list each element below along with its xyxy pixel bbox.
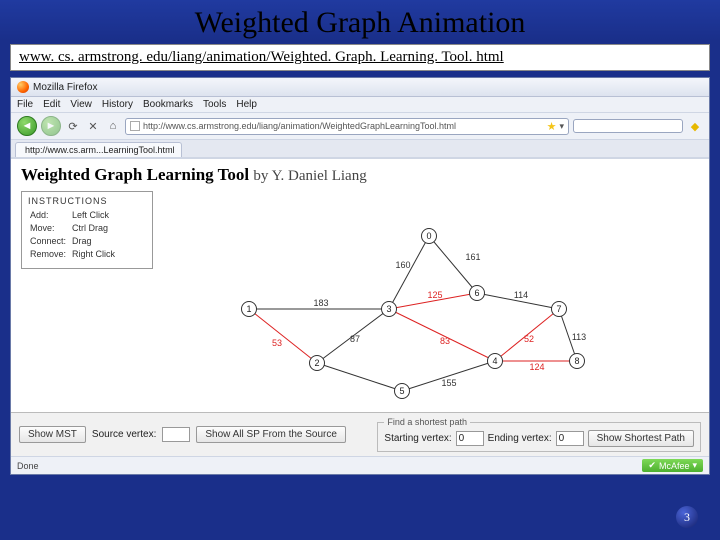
edge-weight: 125 <box>427 290 442 300</box>
edge-weight: 113 <box>572 332 586 342</box>
menu-file[interactable]: File <box>17 99 33 110</box>
instructions-table: Add:Left Click Move:Ctrl Drag Connect:Dr… <box>28 208 121 262</box>
address-text: http://www.cs.armstrong.edu/liang/animat… <box>143 121 456 131</box>
mcafee-badge[interactable]: ✔ McAfee ▾ <box>642 459 703 472</box>
table-row: Add:Left Click <box>30 210 119 221</box>
addon-icon[interactable]: ◆ <box>687 118 703 134</box>
edge-weight: 124 <box>529 362 544 372</box>
status-text: Done <box>17 461 39 471</box>
nav-toolbar: ◄ ► ⟳ ✕ ⌂ http://www.cs.armstrong.edu/li… <box>11 113 709 140</box>
graph-node[interactable]: 5 <box>394 383 410 399</box>
show-mst-button[interactable]: Show MST <box>19 426 86 443</box>
start-vertex-label: Starting vertex: <box>384 433 451 444</box>
firefox-icon <box>17 81 29 93</box>
controls-panel: Show MST Source vertex: Show All SP From… <box>11 412 709 456</box>
graph-node[interactable]: 0 <box>421 228 437 244</box>
edge-weight: 53 <box>272 338 282 348</box>
menu-tools[interactable]: Tools <box>203 99 226 110</box>
edge-weight: 160 <box>395 260 410 270</box>
back-button[interactable]: ◄ <box>17 116 37 136</box>
shortest-path-fieldset: Find a shortest path Starting vertex: 0 … <box>377 417 701 452</box>
menu-history[interactable]: History <box>102 99 133 110</box>
fieldset-legend: Find a shortest path <box>384 417 470 427</box>
address-bar[interactable]: http://www.cs.armstrong.edu/liang/animat… <box>125 118 569 135</box>
edge-weight: 114 <box>514 290 528 300</box>
edge-weight: 83 <box>440 336 450 346</box>
menu-view[interactable]: View <box>70 99 92 110</box>
graph-node[interactable]: 1 <box>241 301 257 317</box>
menu-bar: File Edit View History Bookmarks Tools H… <box>11 97 709 113</box>
graph-node[interactable]: 2 <box>309 355 325 371</box>
page-heading-title: Weighted Graph Learning Tool <box>21 165 249 184</box>
end-vertex-label: Ending vertex: <box>488 433 552 444</box>
forward-button[interactable]: ► <box>41 116 61 136</box>
stop-icon[interactable]: ✕ <box>85 118 101 134</box>
graph-node[interactable]: 3 <box>381 301 397 317</box>
slide-title: Weighted Graph Animation <box>189 6 532 40</box>
edge-weight: 161 <box>465 252 480 262</box>
status-bar: Done ✔ McAfee ▾ <box>11 456 709 474</box>
edge-weight: 52 <box>524 334 534 344</box>
home-icon[interactable]: ⌂ <box>105 118 121 134</box>
edge-weight: 87 <box>350 334 360 344</box>
search-box[interactable] <box>573 119 683 133</box>
slide-number: 3 <box>676 506 698 528</box>
page-heading-byline: by Y. Daniel Liang <box>253 168 366 184</box>
source-vertex-input[interactable] <box>162 427 190 442</box>
graph-node[interactable]: 6 <box>469 285 485 301</box>
graph-node[interactable]: 4 <box>487 353 503 369</box>
bookmark-star-icon[interactable]: ★ <box>547 120 557 133</box>
window-titlebar: Mozilla Firefox <box>11 78 709 97</box>
graph-node[interactable]: 7 <box>551 301 567 317</box>
tab-strip: http://www.cs.arm...LearningTool.html <box>11 140 709 158</box>
reload-icon[interactable]: ⟳ <box>65 118 81 134</box>
page-icon <box>130 121 140 131</box>
page-heading: Weighted Graph Learning Tool by Y. Danie… <box>11 159 709 187</box>
menu-edit[interactable]: Edit <box>43 99 60 110</box>
start-vertex-input[interactable]: 0 <box>456 431 484 446</box>
browser-tab[interactable]: http://www.cs.arm...LearningTool.html <box>15 142 182 157</box>
browser-window: Mozilla Firefox File Edit View History B… <box>10 77 710 475</box>
page-content: Weighted Graph Learning Tool by Y. Danie… <box>11 158 709 456</box>
dropdown-icon[interactable]: ▾ <box>559 121 564 132</box>
slide-url-link[interactable]: www. cs. armstrong. edu/liang/animation/… <box>10 44 710 71</box>
source-vertex-label: Source vertex: <box>92 429 156 440</box>
menu-help[interactable]: Help <box>236 99 257 110</box>
edge-weight: 155 <box>441 378 456 388</box>
edge-weight: 183 <box>313 298 328 308</box>
graph-canvas[interactable]: 160 161 183 53 87 125 83 155 52 124 114 113 0 1 2 3 4 5 6 7… <box>159 191 699 408</box>
instructions-title: INSTRUCTIONS <box>28 196 146 206</box>
show-all-sp-button[interactable]: Show All SP From the Source <box>196 426 346 443</box>
window-title-text: Mozilla Firefox <box>33 82 97 93</box>
table-row: Connect:Drag <box>30 236 119 247</box>
tab-label: http://www.cs.arm...LearningTool.html <box>25 145 175 155</box>
menu-bookmarks[interactable]: Bookmarks <box>143 99 193 110</box>
graph-node[interactable]: 8 <box>569 353 585 369</box>
table-row: Remove:Right Click <box>30 249 119 260</box>
show-shortest-path-button[interactable]: Show Shortest Path <box>588 430 694 447</box>
instructions-box: INSTRUCTIONS Add:Left Click Move:Ctrl Dr… <box>21 191 153 269</box>
table-row: Move:Ctrl Drag <box>30 223 119 234</box>
end-vertex-input[interactable]: 0 <box>556 431 584 446</box>
